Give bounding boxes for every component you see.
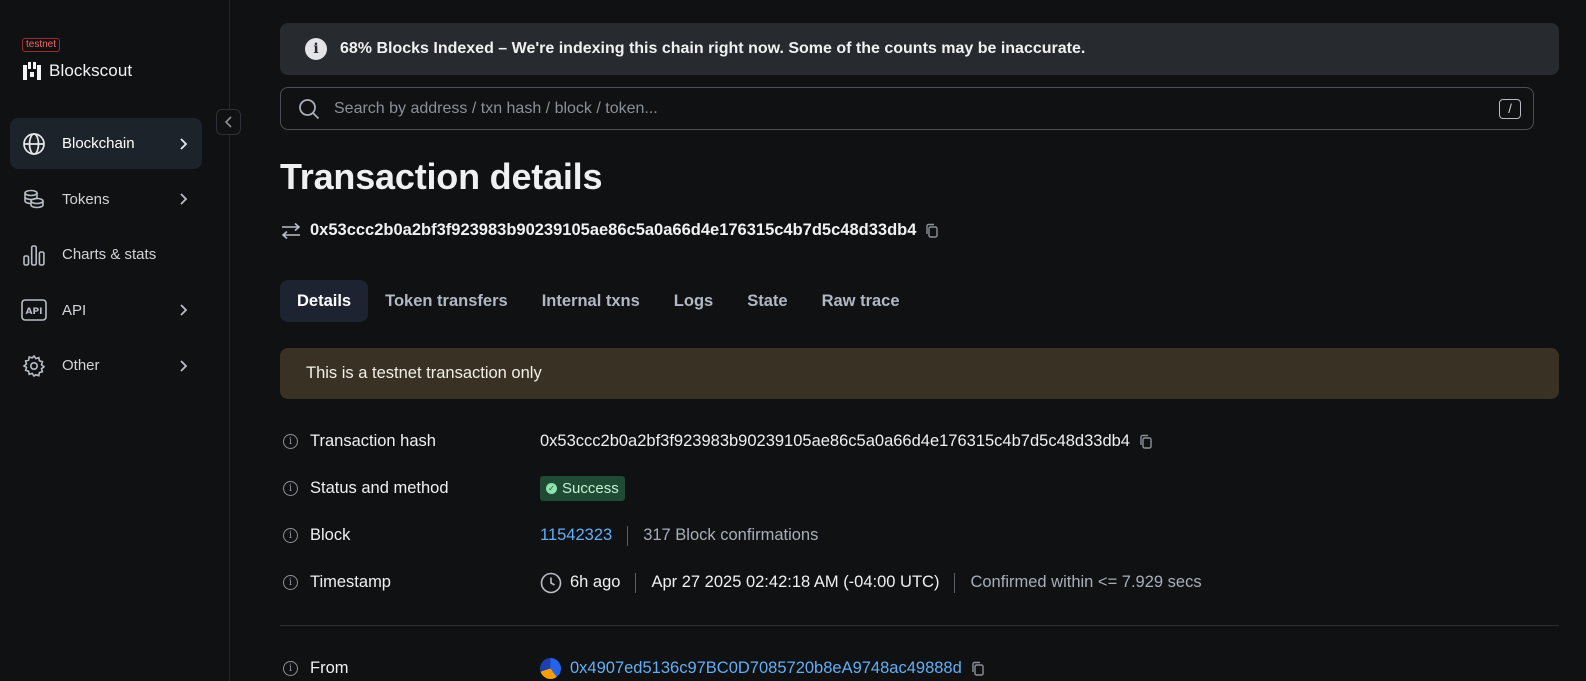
indexing-alert: i 68% Blocks Indexed – We're indexing th… [280, 23, 1559, 75]
search-shortcut-key: / [1499, 98, 1521, 119]
detail-row-from: i From 0x4907ed5136c97BC0D7085720b8eA9748… [280, 645, 1559, 681]
tab-details[interactable]: Details [280, 280, 369, 322]
collapse-sidebar-button[interactable] [216, 109, 241, 135]
brand[interactable]: testnet Blockscout [22, 34, 132, 81]
tx-hash-value: 0x53ccc2b0a2bf3f923983b90239105ae86c5a0a… [540, 432, 1130, 450]
status-text: Success [562, 480, 619, 497]
copy-icon[interactable] [1138, 434, 1154, 450]
status-badge: ✓ Success [540, 476, 625, 501]
copy-icon[interactable] [970, 661, 986, 677]
detail-row-timestamp: i Timestamp 6h ago Apr 27 2025 02:42:18 A… [280, 559, 1559, 606]
gear-icon [21, 353, 47, 379]
sidebar-item-blockchain[interactable]: Blockchain [10, 118, 202, 169]
sidebar-item-label: Blockchain [62, 135, 135, 152]
timestamp-relative: 6h ago [570, 573, 621, 591]
detail-label: Status and method [310, 479, 449, 497]
tab-raw-trace[interactable]: Raw trace [805, 280, 917, 322]
chevron-right-icon [180, 304, 188, 316]
api-icon: API [21, 297, 47, 323]
search-input[interactable] [334, 99, 1499, 118]
info-icon[interactable]: i [283, 434, 298, 449]
globe-icon [21, 131, 47, 157]
transfer-arrows-icon [281, 222, 301, 239]
from-address-link[interactable]: 0x4907ed5136c97BC0D7085720b8eA9748ac4988… [570, 659, 962, 678]
tx-hash-title: 0x53ccc2b0a2bf3f923983b90239105ae86c5a0a… [310, 221, 917, 239]
tx-hash-header: 0x53ccc2b0a2bf3f923983b90239105ae86c5a0a… [280, 221, 940, 240]
info-icon: i [305, 38, 327, 60]
sidebar-item-label: Other [62, 357, 100, 374]
block-number-link[interactable]: 11542323 [540, 526, 612, 545]
copy-icon[interactable] [924, 223, 940, 239]
detail-row-block: i Block 11542323 317 Block confirmations [280, 512, 1559, 559]
address-avatar [540, 658, 561, 679]
info-icon[interactable]: i [283, 481, 298, 496]
info-icon[interactable]: i [283, 575, 298, 590]
sidebar-item-charts-stats[interactable]: Charts & stats [10, 229, 202, 280]
search-bar[interactable]: / [280, 87, 1534, 130]
divider [954, 572, 956, 593]
coins-icon [21, 186, 47, 212]
logo[interactable]: Blockscout [22, 61, 132, 81]
chevron-right-icon [180, 193, 188, 205]
detail-label: Transaction hash [310, 432, 436, 450]
divider [627, 525, 629, 546]
testnet-banner: This is a testnet transaction only [280, 348, 1559, 399]
sidebar-item-api[interactable]: API API [10, 285, 202, 336]
blockscout-logo-icon [23, 62, 41, 80]
info-icon[interactable]: i [283, 661, 298, 676]
info-icon[interactable]: i [283, 528, 298, 543]
brand-name: Blockscout [49, 61, 133, 80]
sidebar-item-tokens[interactable]: Tokens [10, 174, 202, 225]
sidebar-item-other[interactable]: Other [10, 340, 202, 391]
svg-text:API: API [26, 307, 43, 317]
env-badge: testnet [22, 38, 61, 52]
tx-tabs: Details Token transfers Internal txns Lo… [280, 280, 917, 322]
tab-internal-txns[interactable]: Internal txns [525, 280, 657, 322]
section-divider [280, 625, 1559, 626]
sidebar: testnet Blockscout Blockchain Tokens Cha… [0, 0, 241, 681]
sidebar-item-label: API [62, 301, 87, 319]
sidebar-nav: Blockchain Tokens Charts & stats API API… [10, 118, 202, 396]
chevron-right-icon [180, 359, 188, 372]
block-confirmations: 317 Block confirmations [643, 526, 819, 544]
detail-label: Timestamp [310, 573, 391, 591]
timestamp-absolute: Apr 27 2025 02:42:18 AM (-04:00 UTC) [651, 573, 940, 591]
sidebar-item-label: Charts & stats [62, 246, 157, 263]
tab-token-transfers[interactable]: Token transfers [368, 280, 525, 322]
check-circle-icon: ✓ [546, 483, 557, 494]
timestamp-confirmed: Confirmed within <= 7.929 secs [970, 573, 1202, 591]
indexing-alert-text: 68% Blocks Indexed – We're indexing this… [340, 40, 1086, 57]
detail-label: From [310, 659, 349, 677]
chevron-left-icon [224, 116, 232, 128]
search-icon [299, 98, 320, 119]
bar-chart-icon [21, 242, 47, 268]
detail-label: Block [310, 526, 351, 544]
divider [635, 572, 637, 593]
tab-logs[interactable]: Logs [657, 280, 730, 322]
sidebar-item-label: Tokens [62, 190, 110, 208]
clock-icon [540, 572, 562, 593]
detail-row-status: i Status and method ✓ Success [280, 465, 1559, 512]
chevron-right-icon [180, 137, 188, 150]
page-title: Transaction details [280, 156, 603, 197]
tab-state[interactable]: State [730, 280, 804, 322]
detail-row-tx-hash: i Transaction hash 0x53ccc2b0a2bf3f923983… [280, 418, 1559, 465]
